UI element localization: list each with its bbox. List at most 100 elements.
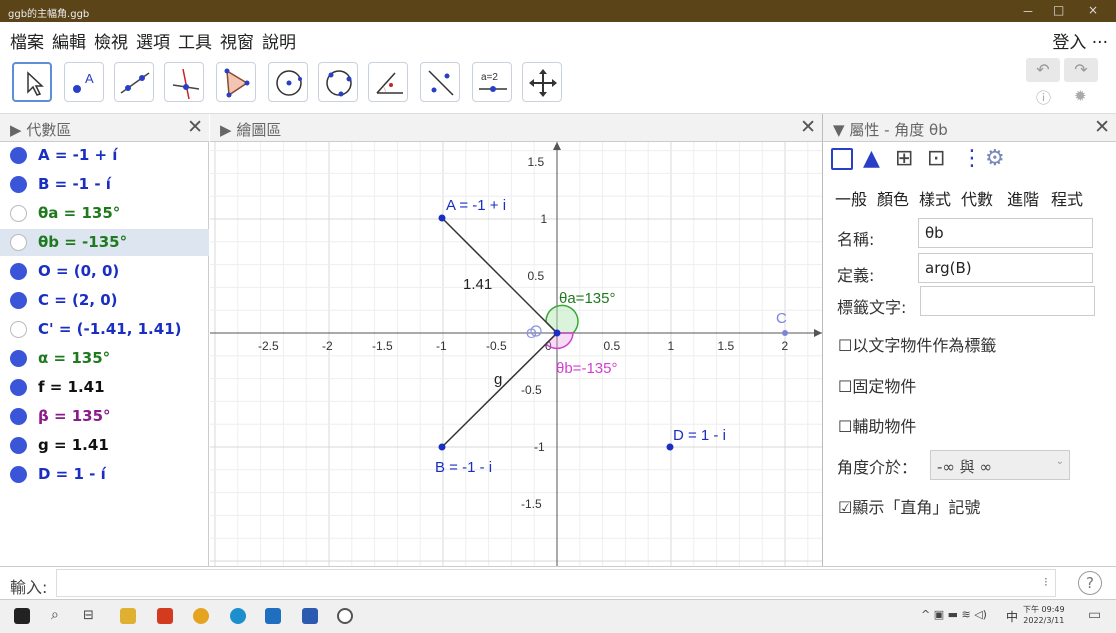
visibility-toggle-icon[interactable] (10, 147, 27, 164)
perpendicular-tool-button[interactable] (164, 62, 204, 102)
menu-window[interactable]: 視窗 (220, 28, 254, 53)
visibility-toggle-icon[interactable] (10, 466, 27, 483)
graphics-view[interactable]: -2.5 -2 -1.5 -1 -0.5 0 0.5 1 1.5 2 1.5 1 0.5 -0.5 -1-… (210, 142, 822, 566)
minimize-button[interactable]: － (1022, 3, 1034, 20)
angle-range-select[interactable]: -∞ 與 ∞ ⌄ (930, 450, 1070, 480)
algebra-item[interactable]: B = -1 - í (0, 171, 209, 198)
tab-scripting[interactable]: 程式 (1051, 186, 1083, 210)
polygon-tool-button[interactable] (216, 62, 256, 102)
visibility-toggle-icon[interactable] (10, 292, 27, 309)
label-theta-a[interactable]: θa=135° (559, 290, 615, 307)
help-icon[interactable]: ⓘ (1036, 87, 1051, 108)
slider-tool-button[interactable]: a=2 (472, 62, 512, 102)
label-as-text-checkbox[interactable]: ☐以文字物件作為標籤 (838, 332, 996, 356)
tab-style[interactable]: 樣式 (919, 186, 951, 210)
point-d[interactable] (666, 443, 674, 451)
basic-props-icon[interactable] (831, 148, 853, 170)
visibility-toggle-icon[interactable] (10, 263, 27, 280)
close-window-button[interactable]: × (1088, 3, 1098, 17)
menu-help[interactable]: 說明 (262, 28, 296, 53)
label-b[interactable]: B = -1 - i (435, 459, 492, 476)
task-view-icon[interactable]: ⊟ (83, 608, 94, 623)
undo-button[interactable]: ↶ (1026, 58, 1060, 82)
input-bar-menu-icon[interactable]: ⁝ (1044, 575, 1048, 589)
properties-title[interactable]: ▼ 屬性 - 角度 θb (833, 119, 948, 140)
point-tool-button[interactable]: A (64, 62, 104, 102)
close-properties-icon[interactable]: ✕ (1094, 116, 1110, 138)
label-theta-b[interactable]: θb=-135° (556, 360, 617, 377)
login-menu[interactable]: 登入 ··· (1052, 28, 1108, 53)
label-o[interactable]: O (526, 325, 537, 341)
input-help-button[interactable]: ? (1078, 571, 1102, 595)
triangle-props-icon[interactable]: ▲ (863, 146, 880, 171)
menu-file[interactable]: 檔案 (10, 28, 44, 53)
visibility-toggle-icon[interactable] (10, 205, 27, 222)
coordinate-plane[interactable]: -2.5 -2 -1.5 -1 -0.5 0 0.5 1 1.5 2 1.510.5-0.5-1-… (210, 142, 822, 566)
menu-view[interactable]: 檢視 (94, 28, 128, 53)
name-field[interactable]: θb (918, 218, 1093, 248)
tab-color[interactable]: 顏色 (877, 186, 909, 210)
algebra-item[interactable]: C = (2, 0) (0, 287, 209, 314)
search-icon[interactable]: ⌕ (51, 607, 59, 623)
visibility-toggle-icon[interactable] (10, 437, 27, 454)
close-algebra-icon[interactable]: ✕ (187, 116, 203, 138)
tab-advanced[interactable]: 進階 (1007, 186, 1039, 210)
point-b[interactable] (438, 443, 446, 451)
algebra-item[interactable]: f = 1.41 (0, 374, 209, 401)
start-icon[interactable] (14, 608, 30, 624)
maximize-button[interactable]: □ (1053, 3, 1064, 17)
algebra-item[interactable]: θa = 135° (0, 200, 209, 227)
redo-button[interactable]: ↷ (1064, 58, 1098, 82)
algebra-item[interactable]: α = 135° (0, 345, 209, 372)
caption-field[interactable] (920, 286, 1095, 316)
label-g[interactable]: g (494, 371, 502, 388)
point-o[interactable] (553, 329, 561, 337)
algebra-item[interactable]: C' = (-1.41, 1.41) (0, 316, 209, 343)
visibility-toggle-icon[interactable] (10, 379, 27, 396)
algebra-view[interactable]: A = -1 + í B = -1 - í θa = 135° θb = -135° O… (0, 142, 209, 566)
menu-edit[interactable]: 編輯 (52, 28, 86, 53)
file-explorer-icon[interactable] (120, 608, 136, 624)
system-tray-icons[interactable]: ^ ▣ ▬ ≋ ◁) (921, 608, 987, 621)
visibility-toggle-icon[interactable] (10, 350, 27, 367)
algebra-item[interactable]: O = (0, 0) (0, 258, 209, 285)
more-props-icon[interactable]: ⋮ (961, 146, 983, 171)
visibility-toggle-icon[interactable] (10, 408, 27, 425)
word-icon[interactable] (302, 608, 318, 624)
algebra-item[interactable]: β = 135° (0, 403, 209, 430)
label-f[interactable]: 1.41 (463, 276, 492, 293)
ime-indicator[interactable]: 中 (1006, 608, 1018, 625)
settings-gear-icon[interactable]: ✹ (1074, 87, 1087, 105)
line-tool-button[interactable] (114, 62, 154, 102)
algebra-item[interactable]: θb = -135° (0, 229, 209, 256)
algebra-item[interactable]: g = 1.41 (0, 432, 209, 459)
chrome-icon[interactable] (193, 608, 209, 624)
theta-a-arc[interactable] (545, 304, 579, 334)
circle-three-points-tool-button[interactable] (318, 62, 358, 102)
gears-icon[interactable]: ⚙ (985, 146, 1005, 171)
notification-icon[interactable]: ▭ (1088, 607, 1101, 623)
label-c[interactable]: C (776, 310, 787, 327)
geogebra-taskbar-icon[interactable] (337, 608, 353, 624)
mail-icon[interactable] (265, 608, 281, 624)
definition-field[interactable]: arg(B) (918, 253, 1093, 283)
menu-tools[interactable]: 工具 (178, 28, 212, 53)
point-a[interactable] (438, 214, 446, 222)
office-icon[interactable] (157, 608, 173, 624)
move-tool-button[interactable] (12, 62, 52, 102)
point-c[interactable] (782, 330, 788, 336)
angle-tool-button[interactable] (368, 62, 408, 102)
auxiliary-object-checkbox[interactable]: ☐輔助物件 (838, 413, 916, 437)
layout-props-icon[interactable]: ⊞ (895, 146, 913, 171)
tab-algebra[interactable]: 代數 (961, 186, 993, 210)
visibility-toggle-icon[interactable] (10, 234, 27, 251)
algebra-item[interactable]: D = 1 - í (0, 461, 209, 488)
label-a[interactable]: A = -1 + i (446, 197, 506, 214)
circle-center-tool-button[interactable] (268, 62, 308, 102)
visibility-toggle-icon[interactable] (10, 321, 27, 338)
visibility-toggle-icon[interactable] (10, 176, 27, 193)
graphics-title[interactable]: ▶ 繪圖區 (220, 119, 281, 140)
fix-object-checkbox[interactable]: ☐固定物件 (838, 373, 916, 397)
menu-options[interactable]: 選項 (136, 28, 170, 53)
close-graphics-icon[interactable]: ✕ (800, 116, 816, 138)
